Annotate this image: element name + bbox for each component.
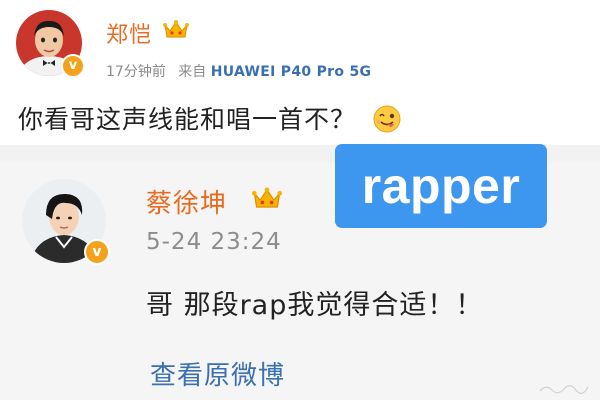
post-author-name[interactable]: 郑恺 — [106, 17, 152, 49]
quoted-post-timestamp: 5-24 23:24 — [146, 229, 282, 255]
post-source-device[interactable]: HUAWEI P40 Pro 5G — [211, 64, 372, 80]
weibo-post: v 郑恺 17分钟前 来自 HUAWEI P40 Pro 5G 你看哥这声线能和… — [0, 0, 600, 145]
watermark-icon — [539, 385, 589, 394]
post-text: 你看哥这声线能和唱一首不？ — [18, 100, 401, 136]
quoted-author-name[interactable]: 蔡徐坤 — [146, 183, 227, 220]
verified-badge-icon: v — [84, 239, 110, 265]
rapper-overlay-label: rapper — [335, 144, 547, 228]
vip-crown-icon — [252, 187, 282, 208]
post-author-avatar[interactable]: v — [16, 10, 85, 78]
vip-crown-icon — [163, 20, 189, 38]
post-meta: 17分钟前 来自 HUAWEI P40 Pro 5G — [106, 61, 371, 81]
post-source-prefix: 来自 — [178, 64, 207, 80]
quoted-author-avatar[interactable]: v — [22, 179, 110, 265]
tongue-wink-emoji-icon — [373, 105, 401, 133]
weibo-screenshot: v 郑恺 17分钟前 来自 HUAWEI P40 Pro 5G 你看哥这声线能和… — [0, 0, 600, 400]
verified-badge-icon: v — [61, 54, 85, 78]
quoted-post-text: 哥 那段rap我觉得合适！！ — [146, 290, 484, 321]
post-text-body: 你看哥这声线能和唱一首不？ — [18, 105, 357, 134]
view-original-link[interactable]: 查看原微博 — [150, 355, 285, 392]
post-time: 17分钟前 — [106, 64, 166, 80]
